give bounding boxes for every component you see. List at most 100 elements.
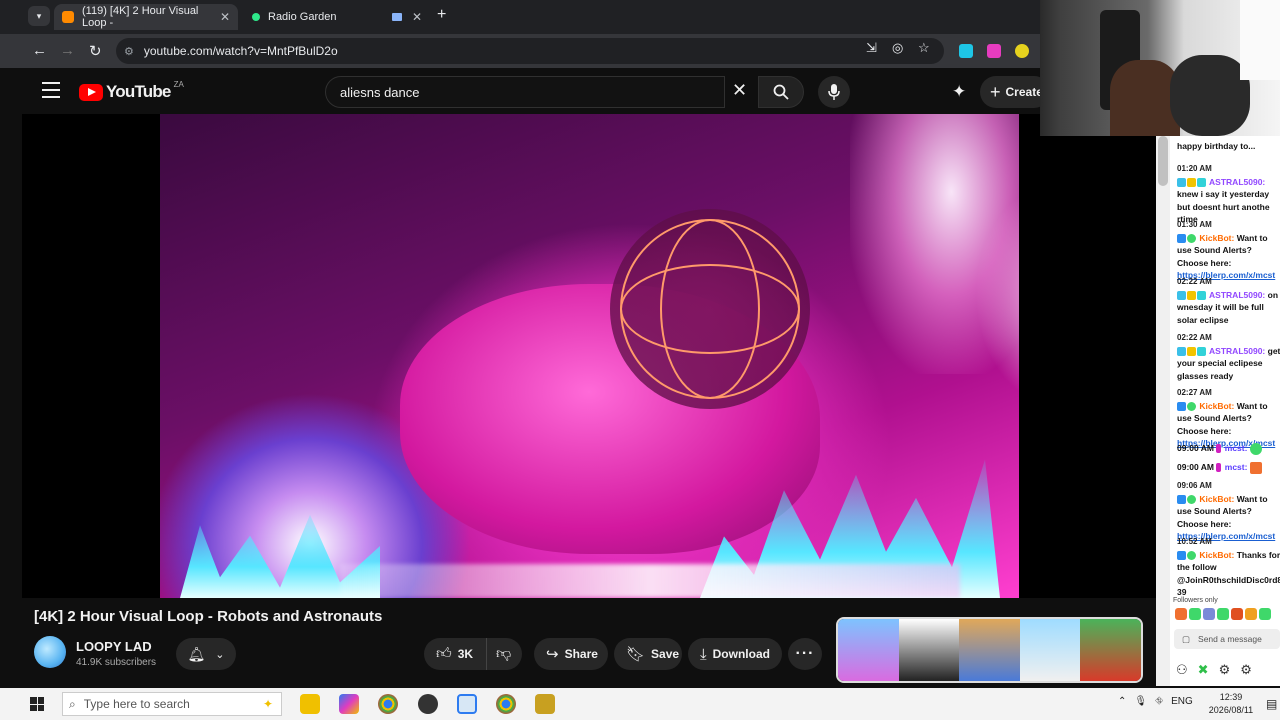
taskbar-clock[interactable]: 12:39 2026/08/11	[1200, 691, 1262, 717]
obs-icon[interactable]	[418, 694, 438, 714]
install-app-icon[interactable]: ⇲	[866, 40, 877, 56]
windows-start-icon[interactable]	[30, 697, 44, 711]
tab-radio-garden[interactable]: Radio Garden ✕	[244, 4, 430, 30]
chat-message-input[interactable]: ▢ Send a message	[1174, 629, 1280, 649]
like-count: 3K	[457, 647, 474, 661]
thumbnail[interactable]	[1080, 619, 1141, 681]
followers-only-label: Followers only	[1173, 597, 1218, 604]
recommended-thumbnail-strip[interactable]	[836, 617, 1143, 683]
youtube-logo[interactable]: YouTube ZA	[79, 80, 184, 102]
new-tab-icon[interactable]: +	[437, 6, 446, 24]
chat-message: 01:20 AM ASTRAL5090: knew i say it yeste…	[1177, 164, 1270, 224]
premium-extension-icon[interactable]: ✦	[952, 82, 966, 102]
thumbnail[interactable]	[838, 619, 899, 681]
windows-taskbar: ⌕ Type here to search ✦ ⌃ 🎙︎ ⛗ ENG	[0, 688, 1280, 720]
chat-bubble-icon: ▢	[1182, 633, 1191, 644]
floor-glow	[340, 564, 960, 598]
taskbar-search-input[interactable]: ⌕ Type here to search ✦	[62, 692, 282, 716]
notification-center-icon[interactable]: ▤	[1266, 697, 1277, 711]
copilot-icon[interactable]	[339, 694, 359, 714]
youtube-play-icon	[79, 83, 103, 101]
webcam-person	[1170, 55, 1250, 136]
notification-button[interactable]: 🔔︎ ⌄	[176, 638, 236, 670]
dislike-button[interactable]: 👎︎	[486, 638, 522, 670]
address-bar[interactable]: ⚙ youtube.com/watch?v=MntPfBulD2o	[116, 38, 944, 64]
chrome-icon[interactable]	[496, 694, 516, 714]
mic-icon	[828, 84, 840, 100]
save-button[interactable]: 🔖︎ Save	[614, 638, 682, 670]
search-button[interactable]	[758, 76, 804, 108]
save-label: Save	[651, 647, 680, 661]
game-app-icon[interactable]	[535, 694, 555, 714]
menu-icon[interactable]	[42, 82, 60, 103]
gear-icon[interactable]: ⚙	[1219, 662, 1231, 678]
video-title: [4K] 2 Hour Visual Loop - Robots and Ast…	[34, 608, 383, 625]
chat-message: 10:52 AM KickBot: Thanks for the follow …	[1177, 537, 1280, 597]
youtube-header: YouTube ZA aliesns dance ✕ ✦ + Create	[22, 70, 1156, 114]
site-info-icon[interactable]: ⚙	[124, 45, 134, 58]
chat-toolbar: ⚇ ✖ ⚙ ⚙	[1176, 662, 1252, 678]
tab-youtube[interactable]: (119) [4K] 2 Hour Visual Loop - ✕	[54, 4, 238, 30]
close-tab-icon[interactable]: ✕	[220, 10, 230, 24]
language-indicator[interactable]: ENG	[1171, 696, 1193, 707]
thumbnail[interactable]	[898, 619, 960, 681]
extension-icon[interactable]	[959, 44, 973, 58]
webcam-overlay	[1040, 0, 1280, 136]
thumbnail[interactable]	[959, 619, 1020, 681]
extension-icon[interactable]	[1015, 44, 1029, 58]
channel-name[interactable]: LOOPY LAD	[76, 639, 152, 654]
send-placeholder: Send a message	[1198, 634, 1262, 644]
back-icon[interactable]: ←	[32, 42, 47, 59]
logo-wordmark: YouTube	[106, 82, 171, 101]
forward-icon[interactable]: →	[60, 42, 75, 59]
hide-eye-icon[interactable]: ◎	[892, 40, 903, 56]
cast-icon	[391, 13, 402, 21]
sparkle-icon: ✦	[262, 697, 273, 711]
download-label: Download	[712, 647, 770, 661]
network-icon[interactable]: ⛗	[1155, 696, 1163, 707]
extension-icon[interactable]	[987, 44, 1001, 58]
file-explorer-icon[interactable]	[300, 694, 320, 714]
like-button[interactable]: 👍︎ 3K	[424, 638, 494, 670]
share-label: Share	[564, 647, 598, 661]
chevron-up-icon[interactable]: ⌃	[1118, 696, 1126, 707]
browser-toolbar: ← → ↻ ⚙ youtube.com/watch?v=MntPfBulD2o …	[0, 34, 1040, 68]
tab-search-chevron-icon[interactable]: ▾	[28, 6, 50, 26]
emote-picker-icon[interactable]: ⚇	[1176, 662, 1188, 678]
chat-scrollbar[interactable]	[1156, 136, 1170, 686]
bookmark-star-icon[interactable]: ☆	[918, 40, 930, 56]
helmet-cage-line	[620, 264, 800, 354]
thumbs-up-icon: 👍︎	[436, 645, 452, 662]
video-frame[interactable]	[160, 114, 1019, 598]
search-input[interactable]: aliesns dance	[325, 76, 725, 108]
chat-message: 01:30 AM KickBot: Want to use Sound Aler…	[1177, 220, 1276, 280]
subscriber-count: 41.9K subscribers	[76, 657, 157, 668]
bookmark-icon: 🔖︎	[626, 646, 646, 663]
chat-settings-icon[interactable]: ⚙	[1240, 662, 1252, 678]
search-icon	[773, 84, 789, 100]
microphone-icon[interactable]: 🎙︎	[1134, 696, 1147, 707]
voice-search-button[interactable]	[818, 76, 850, 108]
chat-message: 02:22 AM ASTRAL5090: on wnesday it will …	[1177, 277, 1279, 325]
snipping-tool-icon[interactable]	[457, 694, 477, 714]
palm-tree-glow	[850, 114, 1019, 374]
system-tray: ⌃ 🎙︎ ⛗ ENG	[1118, 696, 1193, 707]
chrome-icon[interactable]	[378, 694, 398, 714]
create-label: Create	[1005, 85, 1043, 99]
chat-message-fragment: happy birthday to...	[1177, 141, 1256, 151]
clear-search-icon[interactable]: ✕	[732, 80, 747, 101]
more-actions-button[interactable]: ···	[788, 638, 822, 670]
chat-message: 09:00 AM mcst:	[1177, 442, 1280, 455]
emote-bar[interactable]	[1175, 608, 1280, 622]
channel-avatar[interactable]	[34, 636, 66, 668]
reload-icon[interactable]: ↻	[89, 42, 102, 60]
close-tab-icon[interactable]: ✕	[412, 10, 422, 24]
taskbar-search-placeholder: Type here to search	[83, 697, 190, 711]
thumbnail[interactable]	[1019, 619, 1081, 681]
kick-logo-icon[interactable]: ✖	[1198, 662, 1209, 678]
chat-message: 02:27 AM KickBot: Want to use Sound Aler…	[1177, 388, 1276, 448]
download-button[interactable]: ⤓ Download	[688, 638, 782, 670]
download-icon: ⤓	[700, 645, 707, 663]
share-button[interactable]: ↪ Share	[534, 638, 608, 670]
tab-title: (119) [4K] 2 Hour Visual Loop -	[82, 5, 199, 29]
